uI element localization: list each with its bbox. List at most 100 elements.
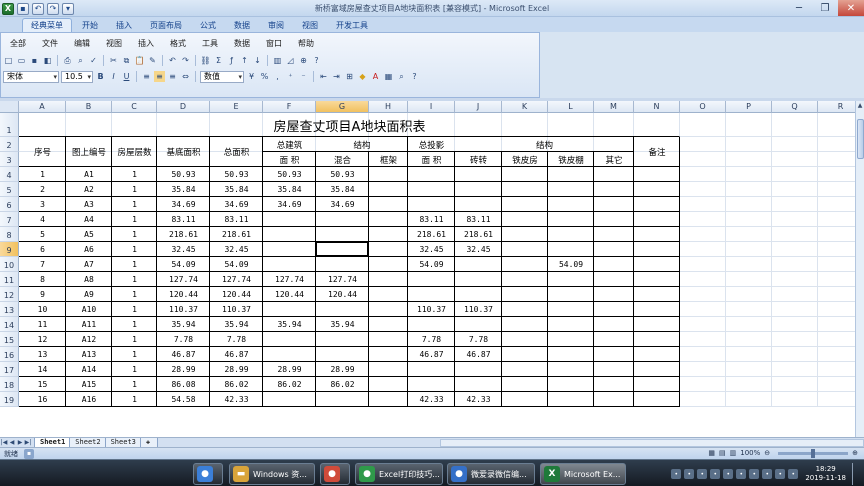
format-painter-icon[interactable]: ✎	[147, 55, 158, 66]
row-header[interactable]: 15	[0, 332, 19, 347]
cell-seq[interactable]: 6	[19, 242, 66, 257]
cell-total-area[interactable]: 86.02	[210, 377, 263, 392]
cell-seq[interactable]: 13	[19, 347, 66, 362]
cell-seq[interactable]: 7	[19, 257, 66, 272]
cell-base-area[interactable]: 54.09	[157, 257, 210, 272]
cell-projection-area[interactable]	[408, 362, 455, 377]
cell-plot-no[interactable]: A3	[66, 197, 112, 212]
cell-brick[interactable]	[455, 362, 502, 377]
cell-brick[interactable]: 46.87	[455, 347, 502, 362]
cell-total-area[interactable]: 28.99	[210, 362, 263, 377]
cell-plot-no[interactable]: A6	[66, 242, 112, 257]
column-header[interactable]: D	[157, 101, 210, 113]
cell-seq[interactable]: 16	[19, 392, 66, 407]
header-structure-2[interactable]: 结构	[455, 137, 634, 152]
volume-icon[interactable]: •	[710, 469, 721, 479]
last-sheet-icon[interactable]: ▶|	[24, 439, 32, 446]
cell-floors[interactable]: 1	[112, 317, 157, 332]
row-header[interactable]: 13	[0, 302, 19, 317]
header-iron-shed[interactable]: 铁皮棚	[548, 152, 594, 167]
cell-projection-area[interactable]: 218.61	[408, 227, 455, 242]
column-header[interactable]: J	[455, 101, 502, 113]
tab-5[interactable]: 数据	[226, 18, 258, 32]
sheet-tab-2[interactable]: Sheet2	[69, 437, 107, 448]
cell-plot-no[interactable]: A9	[66, 287, 112, 302]
cell-built-area[interactable]	[263, 242, 316, 257]
cell-built-area[interactable]: 86.02	[263, 377, 316, 392]
column-header[interactable]: A	[19, 101, 66, 113]
cell-projection-area[interactable]	[408, 287, 455, 302]
cell-mixed[interactable]: 127.74	[316, 272, 369, 287]
header-brick[interactable]: 砖转	[455, 152, 502, 167]
autosum-icon[interactable]: Σ	[213, 55, 224, 66]
cell-total-area[interactable]: 46.87	[210, 347, 263, 362]
cell-floors[interactable]: 1	[112, 332, 157, 347]
cell-base-area[interactable]: 50.93	[157, 167, 210, 182]
cell-built-area[interactable]: 127.74	[263, 272, 316, 287]
cell-total-area[interactable]: 7.78	[210, 332, 263, 347]
redo-icon[interactable]: ↷	[180, 55, 191, 66]
cell-projection-area[interactable]	[408, 167, 455, 182]
cell-total-area[interactable]: 34.69	[210, 197, 263, 212]
cell-base-area[interactable]: 46.87	[157, 347, 210, 362]
cell-base-area[interactable]: 83.11	[157, 212, 210, 227]
decrease-indent-icon[interactable]: ⇤	[318, 71, 329, 82]
cell-base-area[interactable]: 127.74	[157, 272, 210, 287]
column-header[interactable]: G	[316, 101, 369, 113]
cell-brick[interactable]	[455, 182, 502, 197]
align-left-icon[interactable]: ≡	[141, 71, 152, 82]
row-header[interactable]: 8	[0, 227, 19, 242]
row-header[interactable]: 14	[0, 317, 19, 332]
cell-floors[interactable]: 1	[112, 167, 157, 182]
cell-projection-area[interactable]: 83.11	[408, 212, 455, 227]
cell-plot-no[interactable]: A8	[66, 272, 112, 287]
cell-seq[interactable]: 8	[19, 272, 66, 287]
cell-floors[interactable]: 1	[112, 392, 157, 407]
cell-seq[interactable]: 11	[19, 317, 66, 332]
column-header[interactable]: I	[408, 101, 455, 113]
cell-base-area[interactable]: 86.08	[157, 377, 210, 392]
cell-mixed[interactable]: 35.94	[316, 317, 369, 332]
cell-floors[interactable]: 1	[112, 197, 157, 212]
header-iron-house[interactable]: 铁皮房	[502, 152, 548, 167]
cell-plot-no[interactable]: A12	[66, 332, 112, 347]
tab-4[interactable]: 公式	[192, 18, 224, 32]
spelling-icon[interactable]: ✓	[88, 55, 99, 66]
menu-item-6[interactable]: 工具	[195, 38, 225, 49]
cell-built-area[interactable]	[263, 332, 316, 347]
increase-indent-icon[interactable]: ⇥	[331, 71, 342, 82]
column-header[interactable]: C	[112, 101, 157, 113]
column-header[interactable]: P	[726, 101, 772, 113]
cell-mixed[interactable]	[316, 242, 369, 257]
cell-brick[interactable]	[455, 167, 502, 182]
scroll-thumb[interactable]	[857, 119, 864, 159]
cell-plot-no[interactable]: A7	[66, 257, 112, 272]
cell-projection-area[interactable]	[408, 377, 455, 392]
menu-item-5[interactable]: 格式	[163, 38, 193, 49]
cell-seq[interactable]: 10	[19, 302, 66, 317]
row-header[interactable]: 7	[0, 212, 19, 227]
italic-button[interactable]: I	[108, 71, 119, 82]
close-button[interactable]: ✕	[838, 0, 864, 16]
page-break-view-icon[interactable]: ▥	[730, 449, 737, 457]
cell-iron-shed[interactable]	[548, 302, 594, 317]
conditional-format-icon[interactable]: ▦	[383, 71, 394, 82]
cell-seq[interactable]: 3	[19, 197, 66, 212]
cell-iron-shed[interactable]	[548, 167, 594, 182]
header-mixed[interactable]: 混合	[316, 152, 369, 167]
cell-floors[interactable]: 1	[112, 347, 157, 362]
cell-brick[interactable]	[455, 377, 502, 392]
cell-mixed[interactable]	[316, 302, 369, 317]
taskbar-item-4[interactable]: ● 微爱录微信编...	[447, 463, 535, 485]
column-header[interactable]: Q	[772, 101, 818, 113]
horizontal-scrollbar[interactable]	[440, 439, 864, 447]
cell-projection-area[interactable]: 54.09	[408, 257, 455, 272]
cell-built-area[interactable]: 28.99	[263, 362, 316, 377]
column-header[interactable]: E	[210, 101, 263, 113]
sheet-tab-3[interactable]: Sheet3	[104, 437, 142, 448]
comma-style-icon[interactable]: ,	[272, 71, 283, 82]
align-right-icon[interactable]: ≡	[167, 71, 178, 82]
tab-0[interactable]: 经典菜单	[22, 18, 72, 32]
cell-floors[interactable]: 1	[112, 362, 157, 377]
cell-base-area[interactable]: 34.69	[157, 197, 210, 212]
